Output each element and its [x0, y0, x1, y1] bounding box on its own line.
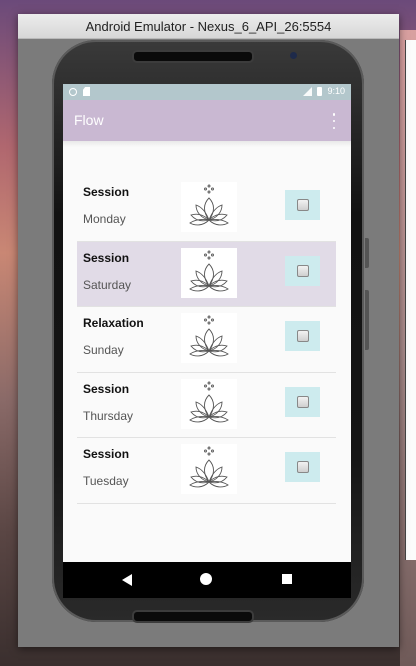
navigation-bar [63, 562, 351, 598]
circle-icon [69, 87, 77, 96]
background-window-edge [405, 40, 416, 560]
signal-icon [303, 86, 313, 96]
session-name: Session [83, 381, 130, 396]
status-time: 9:10 [327, 86, 345, 96]
checkbox[interactable] [285, 255, 320, 286]
checkbox-icon [296, 395, 309, 408]
lotus-icon [181, 313, 237, 363]
session-list: Session Monday Session Saturday Relaxati… [77, 176, 336, 504]
bottom-speaker [132, 610, 254, 623]
app-bar: Flow [63, 100, 351, 141]
session-name: Relaxation [83, 316, 144, 330]
app-title: Flow [74, 112, 104, 128]
checkbox[interactable] [285, 321, 320, 351]
session-name: Session [83, 250, 130, 265]
back-icon[interactable] [122, 574, 132, 586]
sd-card-icon [83, 87, 90, 96]
recent-apps-icon[interactable] [282, 574, 292, 584]
window-titlebar[interactable]: Android Emulator - Nexus_6_API_26:5554 [18, 14, 399, 39]
checkbox[interactable] [285, 386, 320, 417]
lotus-icon [181, 247, 237, 298]
checkbox-icon [296, 264, 309, 277]
power-button[interactable] [365, 290, 369, 350]
list-item[interactable]: Relaxation Sunday [77, 307, 336, 373]
app-bar-shadow [63, 141, 351, 147]
lotus-icon [181, 182, 237, 232]
home-icon[interactable] [200, 573, 212, 585]
list-item[interactable]: Session Thursday [77, 373, 336, 438]
lotus-icon [181, 378, 237, 429]
session-day: Saturday [83, 277, 132, 292]
session-day: Tuesday [83, 474, 129, 488]
earpiece-speaker [132, 50, 254, 63]
session-name: Session [83, 447, 130, 461]
device-screen: 9:10 Flow Session Monday Session Saturda… [63, 84, 351, 562]
session-day: Sunday [83, 343, 124, 357]
list-item[interactable]: Session Saturday [77, 241, 336, 307]
front-camera [290, 52, 297, 59]
battery-icon [317, 86, 323, 96]
checkbox-icon [296, 461, 309, 473]
list-item[interactable]: Session Monday [77, 176, 336, 242]
checkbox-icon [296, 199, 309, 211]
desktop-background-right [400, 30, 416, 666]
list-item[interactable]: Session Tuesday [77, 438, 336, 504]
session-day: Thursday [83, 408, 134, 423]
checkbox-icon [296, 330, 309, 342]
overflow-menu-icon[interactable] [331, 113, 337, 129]
status-bar: 9:10 [63, 84, 351, 100]
session-name: Session [83, 185, 130, 199]
session-day: Monday [83, 212, 126, 226]
window-title: Android Emulator - Nexus_6_API_26:5554 [85, 18, 332, 34]
volume-button[interactable] [365, 238, 369, 268]
lotus-icon [181, 444, 237, 494]
checkbox[interactable] [285, 452, 320, 482]
checkbox[interactable] [285, 190, 320, 220]
